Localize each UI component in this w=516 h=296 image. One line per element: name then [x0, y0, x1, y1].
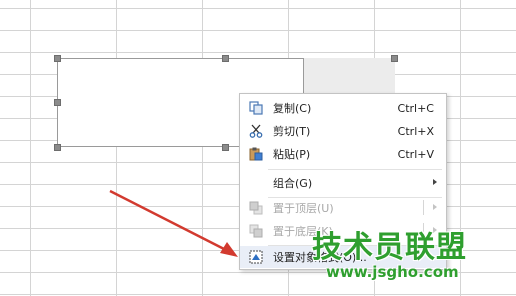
submenu-arrow-icon	[433, 227, 437, 233]
menu-item-label: 设置对象格式(O)...	[273, 251, 367, 264]
menu-item-copy[interactable]: 复制(C) Ctrl+C	[240, 97, 446, 119]
menu-item-label: 复制(C)	[273, 102, 312, 115]
menu-item-label: 组合(G)	[273, 177, 313, 190]
cut-icon	[249, 124, 263, 138]
menu-item-cut[interactable]: 剪切(T) Ctrl+X	[240, 120, 446, 142]
submenu-arrow-icon	[433, 204, 437, 210]
send-to-back-icon	[249, 224, 263, 238]
menu-item-format-object[interactable]: 设置对象格式(O)...	[240, 246, 446, 268]
copy-icon	[249, 101, 263, 115]
submenu-separator	[423, 223, 424, 238]
bring-to-front-icon	[249, 201, 263, 215]
menu-item-label: 置于底层(K)	[273, 225, 333, 238]
menu-item-label: 剪切(T)	[273, 125, 311, 138]
menu-item-paste[interactable]: 粘贴(P) Ctrl+V	[240, 143, 446, 165]
menu-item-shortcut: Ctrl+V	[397, 147, 434, 161]
paste-icon	[249, 147, 263, 161]
menu-item-group[interactable]: 组合(G)	[240, 172, 446, 194]
menu-item-shortcut: Ctrl+C	[397, 101, 434, 115]
context-menu: 复制(C) Ctrl+C 剪切(T) Ctrl+X 粘贴(P) Ctrl+V 组…	[239, 93, 447, 270]
menu-divider	[268, 169, 442, 170]
menu-item-shortcut: Ctrl+X	[397, 124, 434, 138]
submenu-separator	[423, 200, 424, 215]
menu-item-label: 置于顶层(U)	[273, 202, 334, 215]
format-object-icon	[249, 250, 263, 264]
menu-item-bring-to-front[interactable]: 置于顶层(U)	[240, 197, 446, 219]
submenu-arrow-icon	[433, 179, 437, 185]
menu-item-send-to-back[interactable]: 置于底层(K)	[240, 220, 446, 242]
menu-item-label: 粘贴(P)	[273, 148, 311, 161]
